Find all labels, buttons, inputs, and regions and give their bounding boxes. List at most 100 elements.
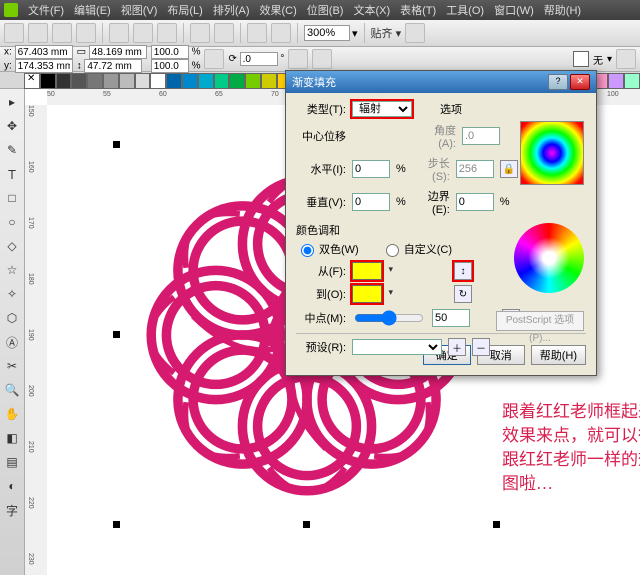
outline-dropdown-icon[interactable]: ▾ [607,54,612,65]
postscript-button[interactable]: PostScript 选项(P)... [496,311,584,331]
tool-17[interactable]: 字 [1,499,23,521]
open-icon[interactable] [28,23,48,43]
lock-icon[interactable]: 🔒 [500,160,518,178]
tool-8[interactable]: ✧ [1,283,23,305]
step-input[interactable] [456,160,494,178]
tool-7[interactable]: ☆ [1,259,23,281]
rotate-cw-icon[interactable]: ↻ [454,285,472,303]
vert-input[interactable] [352,193,390,211]
color-swatch[interactable] [135,73,151,89]
menu-tools[interactable]: 工具(O) [446,2,484,18]
to-color-picker[interactable] [352,285,382,303]
wrap-text-icon[interactable] [616,49,636,69]
type-select[interactable]: 辐射 [352,101,412,117]
color-swatch[interactable] [182,73,198,89]
handle-s[interactable] [303,521,310,528]
import-icon[interactable] [247,23,267,43]
color-swatch[interactable] [119,73,135,89]
color-swatch[interactable] [150,73,166,89]
paste-icon[interactable] [157,23,177,43]
menu-layout[interactable]: 布局(L) [167,2,202,18]
preset-remove-icon[interactable]: － [472,338,490,356]
dialog-titlebar[interactable]: 渐变填充 ? ✕ [286,71,596,93]
tool-1[interactable]: ✥ [1,115,23,137]
color-swatch[interactable] [103,73,119,89]
tool-3[interactable]: Ｔ [1,163,23,185]
tool-4[interactable]: □ [1,187,23,209]
lock-ratio-icon[interactable] [204,49,224,69]
menu-effects[interactable]: 效果(C) [260,2,297,18]
color-swatch[interactable] [214,73,230,89]
new-icon[interactable] [4,23,24,43]
outline-none-icon[interactable] [573,51,589,67]
save-icon[interactable] [52,23,72,43]
no-fill-swatch[interactable] [24,73,40,89]
menu-view[interactable]: 视图(V) [121,2,158,18]
mid-input[interactable] [432,309,470,327]
handle-nw[interactable] [113,141,120,148]
tool-15[interactable]: ▤ [1,451,23,473]
color-swatch[interactable] [229,73,245,89]
zoom-input[interactable] [304,25,350,41]
mirror-h-icon[interactable] [288,49,308,69]
handle-se[interactable] [493,521,500,528]
tool-16[interactable]: ◐ [1,475,23,497]
w-input[interactable] [89,45,147,59]
menu-edit[interactable]: 编辑(E) [74,2,111,18]
tool-10[interactable]: Ⓐ [1,331,23,353]
horiz-input[interactable] [352,160,390,178]
tool-6[interactable]: ◇ [1,235,23,257]
handle-sw[interactable] [113,521,120,528]
options-icon[interactable] [405,23,425,43]
x-input[interactable] [15,45,73,59]
color-swatch[interactable] [87,73,103,89]
cut-icon[interactable] [109,23,129,43]
tool-0[interactable]: ▸ [1,91,23,113]
h-input[interactable] [84,59,142,73]
tool-14[interactable]: ◧ [1,427,23,449]
tool-9[interactable]: ⬡ [1,307,23,329]
redo-icon[interactable] [214,23,234,43]
copy-icon[interactable] [133,23,153,43]
menu-arrange[interactable]: 排列(A) [213,2,250,18]
tool-12[interactable]: 🔍 [1,379,23,401]
menu-help[interactable]: 帮助(H) [544,2,581,18]
tool-2[interactable]: ✎ [1,139,23,161]
handle-w[interactable] [113,331,120,338]
color-swatch[interactable] [608,73,624,89]
mid-slider[interactable] [354,310,424,326]
tool-13[interactable]: ✋ [1,403,23,425]
menu-window[interactable]: 窗口(W) [494,2,534,18]
print-icon[interactable] [76,23,96,43]
edge-input[interactable] [456,193,494,211]
custom-radio[interactable]: 自定义(C) [381,241,452,257]
help-button-icon[interactable]: ? [548,74,568,90]
color-swatch[interactable] [198,73,214,89]
color-swatch[interactable] [245,73,261,89]
sy-input[interactable] [151,59,189,73]
dropdown-icon[interactable]: ▾ [352,27,358,40]
menu-file[interactable]: 文件(F) [28,2,64,18]
snap-dropdown[interactable]: 贴齐 ▾ [371,25,402,41]
menu-table[interactable]: 表格(T) [400,2,436,18]
color-swatch[interactable] [624,73,640,89]
two-color-radio[interactable]: 双色(W) [296,241,359,257]
tool-11[interactable]: ✂ [1,355,23,377]
preset-add-icon[interactable]: ＋ [448,338,466,356]
color-swatch[interactable] [71,73,87,89]
menu-bitmap[interactable]: 位图(B) [307,2,344,18]
mirror-v-icon[interactable] [312,49,332,69]
color-swatch[interactable] [56,73,72,89]
zoom-combo[interactable]: ▾ [304,25,358,41]
angle-input[interactable] [462,127,500,145]
preset-select[interactable] [352,339,442,355]
color-wheel[interactable] [514,223,584,293]
color-swatch[interactable] [40,73,56,89]
color-swatch[interactable] [261,73,277,89]
close-icon[interactable]: ✕ [570,74,590,90]
color-swatch[interactable] [166,73,182,89]
sx-input[interactable] [151,45,189,59]
undo-icon[interactable] [190,23,210,43]
swap-colors-icon[interactable]: ↕ [454,262,472,280]
menu-text[interactable]: 文本(X) [353,2,390,18]
